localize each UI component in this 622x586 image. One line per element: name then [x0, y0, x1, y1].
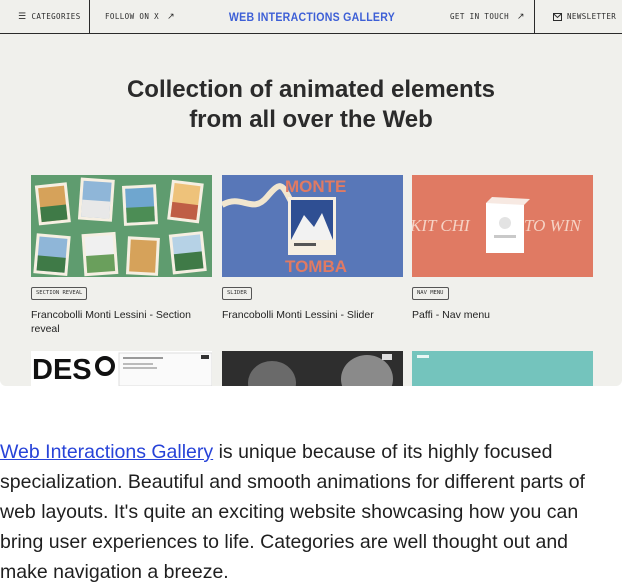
kit-text: KIT CHI [412, 216, 471, 235]
card-title[interactable]: Paffi - Nav menu [412, 308, 593, 322]
contact-label: GET IN TOUCH [450, 12, 509, 21]
follow-on-x-link[interactable]: FOLLOW ON X ↗ [90, 0, 218, 33]
categories-label: CATEGORIES [31, 12, 81, 21]
hero-line-1: Collection of animated elements [126, 76, 496, 103]
category-tag[interactable]: NAV MENU [412, 287, 449, 300]
card-title[interactable]: Francobolli Monti Lessini - Section reve… [31, 308, 212, 336]
site-title[interactable]: WEB INTERACTIONS GALLERY [213, 0, 410, 33]
card-thumbnail-partial[interactable] [222, 351, 403, 386]
arrow-up-right-icon: ↗ [167, 11, 176, 22]
newsletter-label: NEWSLETTER [567, 12, 617, 21]
description-paragraph: Web Interactions Gallery is unique becau… [0, 437, 620, 586]
card-thumbnail: KIT CHI TO WIN [412, 175, 593, 277]
gallery-screenshot: ☰ CATEGORIES FOLLOW ON X ↗ WEB INTERACTI… [0, 0, 622, 386]
card-thumbnail: MONTE TOMBA [222, 175, 403, 277]
hero-line-2: from all over the Web [189, 106, 433, 133]
monte-text: MONTE [285, 177, 346, 196]
get-in-touch-link[interactable]: GET IN TOUCH ↗ [450, 0, 534, 33]
card-thumbnail [31, 175, 212, 277]
list-icon: ☰ [18, 11, 27, 22]
card-title[interactable]: Francobolli Monti Lessini - Slider [222, 308, 403, 322]
hero-heading: Collection of animated elements from all… [0, 75, 622, 135]
arrow-up-right-icon: ↗ [517, 11, 525, 22]
web-interactions-gallery-link[interactable]: Web Interactions Gallery [0, 441, 213, 463]
des-text: DES [32, 354, 92, 386]
mail-icon [553, 12, 562, 21]
towin-text: TO WIN [524, 216, 582, 235]
newsletter-button[interactable]: NEWSLETTER [534, 0, 622, 33]
follow-label: FOLLOW ON X [105, 12, 160, 21]
category-tag[interactable]: SECTION REVEAL [31, 287, 88, 300]
categories-button[interactable]: ☰ CATEGORIES [0, 0, 90, 33]
card-thumbnail-partial[interactable] [412, 351, 593, 386]
card-thumbnail-partial[interactable]: DES [31, 351, 212, 386]
category-tag[interactable]: SLIDER [222, 287, 252, 300]
tomba-text: TOMBA [285, 257, 347, 276]
top-nav-bar: ☰ CATEGORIES FOLLOW ON X ↗ WEB INTERACTI… [0, 0, 622, 34]
